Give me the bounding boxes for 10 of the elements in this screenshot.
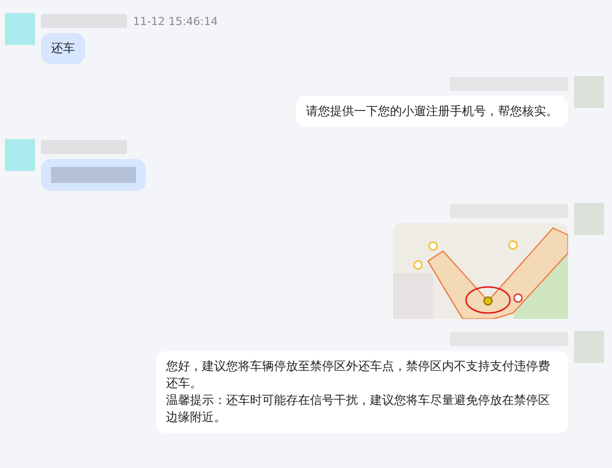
avatar-placeholder <box>574 76 604 108</box>
message-text: 还车 <box>51 40 75 57</box>
message-text: 您好，建议您将车辆停放至禁停区外还车点，禁停区内不支持支付违停费还车。 <box>166 358 551 392</box>
avatar-placeholder <box>5 139 35 171</box>
avatar-placeholder <box>5 13 35 45</box>
message-time: 11-12 15:46:14 <box>133 14 218 28</box>
message-text: 请您提供一下您的小遛注册手机号，帮您核实。 <box>306 103 558 120</box>
avatar-placeholder <box>574 203 604 235</box>
avatar-placeholder <box>574 331 604 363</box>
message-text: 温馨提示：还车时可能存在信号干扰，建议您将车尽量避免停放在禁停区边缘附近。 <box>166 392 551 426</box>
